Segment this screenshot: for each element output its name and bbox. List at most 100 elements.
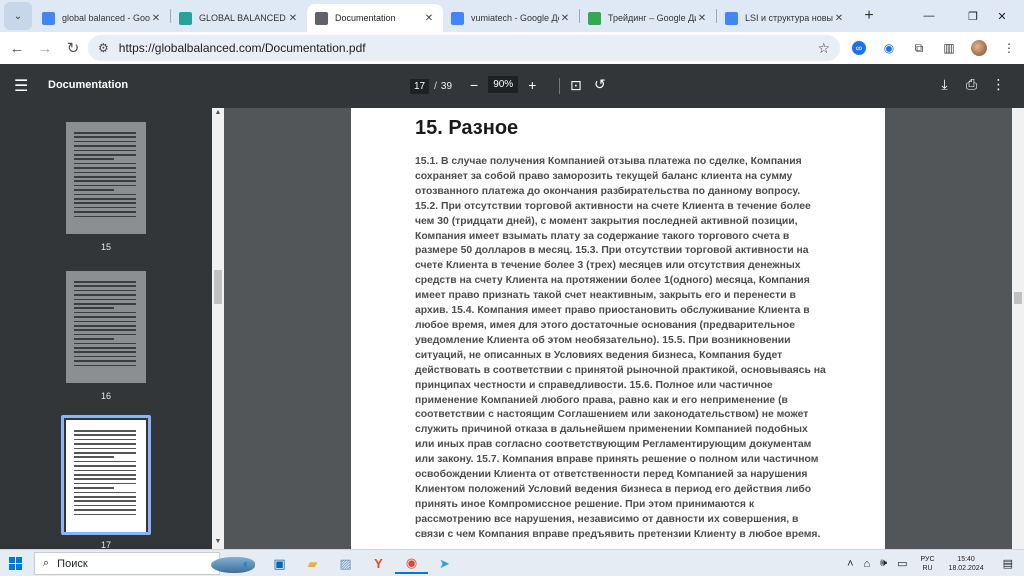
file-explorer-app-icon[interactable]: ▰: [296, 553, 329, 574]
new-tab-button[interactable]: +: [857, 4, 881, 28]
thumbnail-text-line: [74, 158, 114, 160]
zoom-in-icon[interactable]: +: [528, 77, 536, 93]
browser-tab[interactable]: vumiatech - Google Док ✕: [443, 4, 579, 32]
text-line: имеет право признать такой счет неактивн…: [415, 290, 796, 302]
download-icon[interactable]: ⤓: [931, 76, 958, 93]
tab-title: GLOBAL BALANCED FUND: [199, 13, 287, 23]
close-window-button[interactable]: ✕: [980, 0, 1024, 32]
text-line: средств на счету Клиента на протяжении б…: [415, 275, 810, 287]
taskbar-search[interactable]: ⌕ Поиск: [34, 552, 255, 575]
sidebar-scrollbar[interactable]: [212, 108, 224, 549]
volume-icon[interactable]: 🕪: [880, 557, 887, 570]
content-scrollbar[interactable]: [1012, 108, 1024, 549]
edge-app-icon[interactable]: ◐: [230, 553, 263, 574]
google-drive-icon: [588, 11, 601, 25]
photos-app-icon[interactable]: ▨: [329, 553, 362, 574]
tab-close-icon[interactable]: ✕: [423, 13, 435, 24]
text-line: или иных прав согласно соответствующим Р…: [415, 439, 812, 451]
text-line: архив. 15.4. Компания имеет право приост…: [415, 305, 810, 317]
text-line: применение Компанией любого права, равно…: [415, 394, 788, 406]
thumbnail-text-line: [74, 460, 136, 463]
text-line: любое время, имея для этого достаточные …: [415, 319, 796, 331]
fit-to-page-icon[interactable]: ⊡: [570, 77, 582, 94]
url-text[interactable]: https://globalbalanced.com/Documentation…: [119, 41, 818, 55]
profile-avatar[interactable]: [964, 34, 994, 62]
tab-close-icon[interactable]: ✕: [696, 13, 708, 24]
thumbnail-text-line: [74, 513, 136, 516]
zoom-level-input[interactable]: 90%: [488, 76, 519, 93]
reload-button[interactable]: ↻: [59, 34, 87, 62]
thumbnail-text-line: [74, 443, 136, 445]
google-docs-icon: [451, 11, 464, 25]
browser-tab[interactable]: Documentation ✕: [307, 4, 443, 32]
rotate-icon[interactable]: ↺: [594, 76, 606, 93]
site-settings-icon[interactable]: ⚙: [98, 41, 109, 55]
thumbnail-text-line: [74, 504, 136, 507]
thumbnail-text-line: [74, 307, 114, 309]
thumbnail-text-line: [74, 198, 136, 200]
hamburger-menu-icon[interactable]: ☰: [14, 76, 28, 96]
text-line: уведомление Клиента об этом необязательн…: [415, 334, 791, 346]
chevron-up-icon[interactable]: ˄: [847, 558, 853, 570]
thumbnail-text-line: [74, 180, 136, 182]
battery-icon[interactable]: ▭: [897, 557, 907, 570]
current-page-input[interactable]: 17: [410, 78, 430, 94]
forward-button[interactable]: →: [31, 34, 59, 62]
network-icon[interactable]: ⌂: [864, 558, 871, 570]
page-thumbnail[interactable]: [66, 420, 146, 532]
chrome-app-icon[interactable]: ◉: [395, 553, 428, 574]
close-icon: ✕: [997, 10, 1007, 23]
tab-close-icon[interactable]: ✕: [150, 13, 162, 24]
tab-title: vumiatech - Google Док: [471, 13, 559, 23]
scroll-down-arrow-icon[interactable]: ▼: [213, 538, 223, 545]
language-indicator[interactable]: РУС RU: [921, 555, 935, 573]
page-thumbnail[interactable]: [66, 122, 146, 234]
zoom-controls: − 90% +: [470, 76, 536, 93]
sidebar-scroll-thumb[interactable]: [214, 270, 222, 304]
more-actions-icon[interactable]: ⋮: [985, 76, 1012, 93]
text-line: размере 50 долларов в месяц. 15.3. При о…: [415, 245, 809, 257]
text-line: 15.1. В случае получения Компанией отзыв…: [415, 156, 802, 167]
tab-search-button[interactable]: ⌄: [4, 2, 32, 30]
text-line: действовать в соответствии с принятой ры…: [415, 364, 826, 376]
language-code: РУС: [920, 555, 935, 563]
thumbnail-text-line: [74, 162, 136, 165]
extensions-puzzle-icon[interactable]: ⧉: [904, 34, 934, 62]
minimize-button[interactable]: —: [907, 0, 951, 32]
browser-tab[interactable]: Трейдинг – Google Дис ✕: [580, 4, 716, 32]
telegram-app-icon[interactable]: ➤: [428, 553, 461, 574]
text-line: 15.2. При отсутствии торговой активности…: [415, 200, 811, 212]
yandex-app-icon[interactable]: Y: [362, 553, 395, 574]
thumbnail-text-line: [74, 298, 136, 301]
zoom-out-icon[interactable]: −: [470, 77, 478, 93]
clock[interactable]: 15:40 18.02.2024: [949, 555, 984, 573]
more-menu-icon[interactable]: ⋮: [994, 34, 1024, 62]
back-button[interactable]: ←: [3, 34, 31, 62]
tab-close-icon[interactable]: ✕: [287, 13, 299, 24]
scroll-up-arrow-icon[interactable]: ▲: [213, 109, 223, 116]
content-scroll-thumb[interactable]: [1014, 292, 1022, 304]
clock-date: 18.02.2024: [948, 564, 984, 572]
thumbnail-text-line: [74, 189, 114, 191]
thumbnail-text-line: [74, 285, 136, 287]
extension-audio-icon[interactable]: ◉: [874, 34, 904, 62]
page-thumbnail[interactable]: [66, 271, 146, 383]
address-bar[interactable]: ⚙ https://globalbalanced.com/Documentati…: [88, 35, 840, 61]
thumbnail-text-line: [74, 500, 136, 502]
thumbnail-text-line: [74, 469, 136, 472]
search-placeholder: Поиск: [57, 557, 88, 570]
arrow-right-icon: →: [37, 39, 53, 57]
browser-tab[interactable]: GLOBAL BALANCED FUND✕: [171, 4, 307, 32]
browser-tab[interactable]: LSI и структура новые ✕: [717, 4, 853, 32]
extension-infinity-icon[interactable]: ∞: [844, 34, 874, 62]
store-app-icon[interactable]: ▣: [263, 553, 296, 574]
browser-tab[interactable]: global balanced - Goog ✕: [34, 4, 170, 32]
notifications-icon[interactable]: ▤: [1003, 557, 1013, 570]
tab-close-icon[interactable]: ✕: [833, 13, 845, 24]
side-panel-icon[interactable]: ▥: [934, 34, 964, 62]
start-button[interactable]: [0, 556, 30, 570]
print-icon[interactable]: ⎙: [958, 76, 985, 93]
bookmark-star-icon[interactable]: ☆: [817, 40, 830, 57]
browser-toolbar: ← → ↻ ⚙ https://globalbalanced.com/Docum…: [0, 32, 1024, 64]
tab-close-icon[interactable]: ✕: [559, 13, 571, 24]
